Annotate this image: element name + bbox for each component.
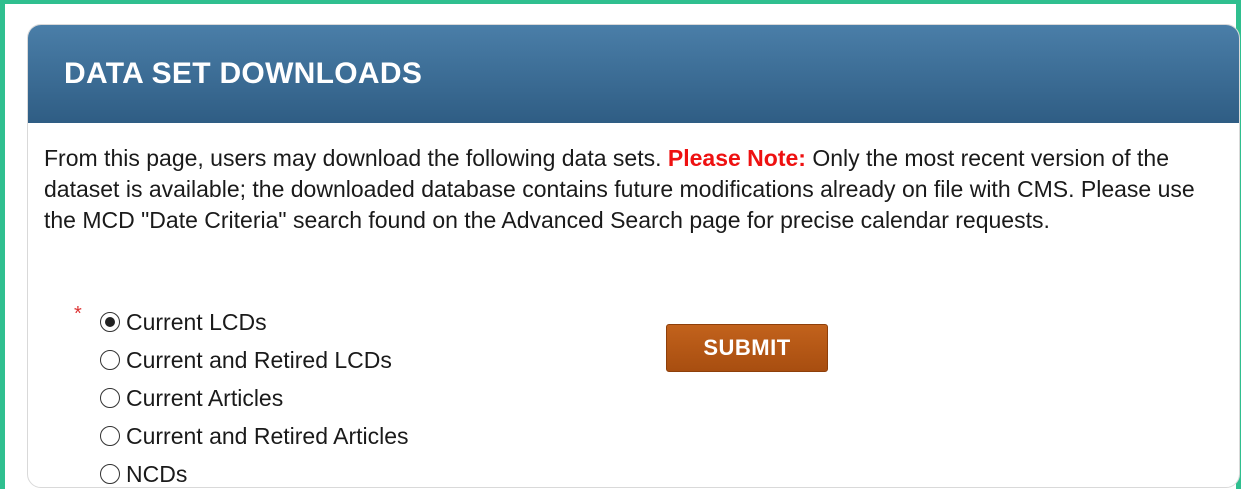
dataset-radio-group: * Current LCDs Current and Retired LCDs … xyxy=(74,303,409,488)
panel-header: DATA SET DOWNLOADS xyxy=(28,25,1239,123)
option-label[interactable]: Current and Retired Articles xyxy=(126,423,409,450)
option-label[interactable]: NCDs xyxy=(126,461,187,488)
radio-selected-dot xyxy=(105,317,115,327)
description-intro: From this page, users may download the f… xyxy=(44,145,668,171)
radio-ncds[interactable] xyxy=(100,464,120,484)
radio-current-lcds[interactable] xyxy=(100,312,120,332)
data-set-downloads-panel: DATA SET DOWNLOADS From this page, users… xyxy=(27,24,1240,488)
option-label[interactable]: Current and Retired LCDs xyxy=(126,347,392,374)
option-current-articles[interactable]: Current Articles xyxy=(76,379,409,417)
option-current-lcds[interactable]: Current LCDs xyxy=(76,303,409,341)
description-text: From this page, users may download the f… xyxy=(44,143,1219,236)
radio-current-retired-articles[interactable] xyxy=(100,426,120,446)
option-label[interactable]: Current Articles xyxy=(126,385,283,412)
required-indicator: * xyxy=(74,303,82,325)
submit-button[interactable]: SUBMIT xyxy=(666,324,828,372)
panel-title: DATA SET DOWNLOADS xyxy=(64,57,423,90)
option-current-retired-lcds[interactable]: Current and Retired LCDs xyxy=(76,341,409,379)
page-frame: DATA SET DOWNLOADS From this page, users… xyxy=(0,0,1241,489)
option-ncds[interactable]: NCDs xyxy=(76,455,409,488)
option-label[interactable]: Current LCDs xyxy=(126,309,267,336)
radio-current-articles[interactable] xyxy=(100,388,120,408)
please-note-label: Please Note: xyxy=(667,145,806,171)
radio-current-retired-lcds[interactable] xyxy=(100,350,120,370)
option-current-retired-articles[interactable]: Current and Retired Articles xyxy=(76,417,409,455)
